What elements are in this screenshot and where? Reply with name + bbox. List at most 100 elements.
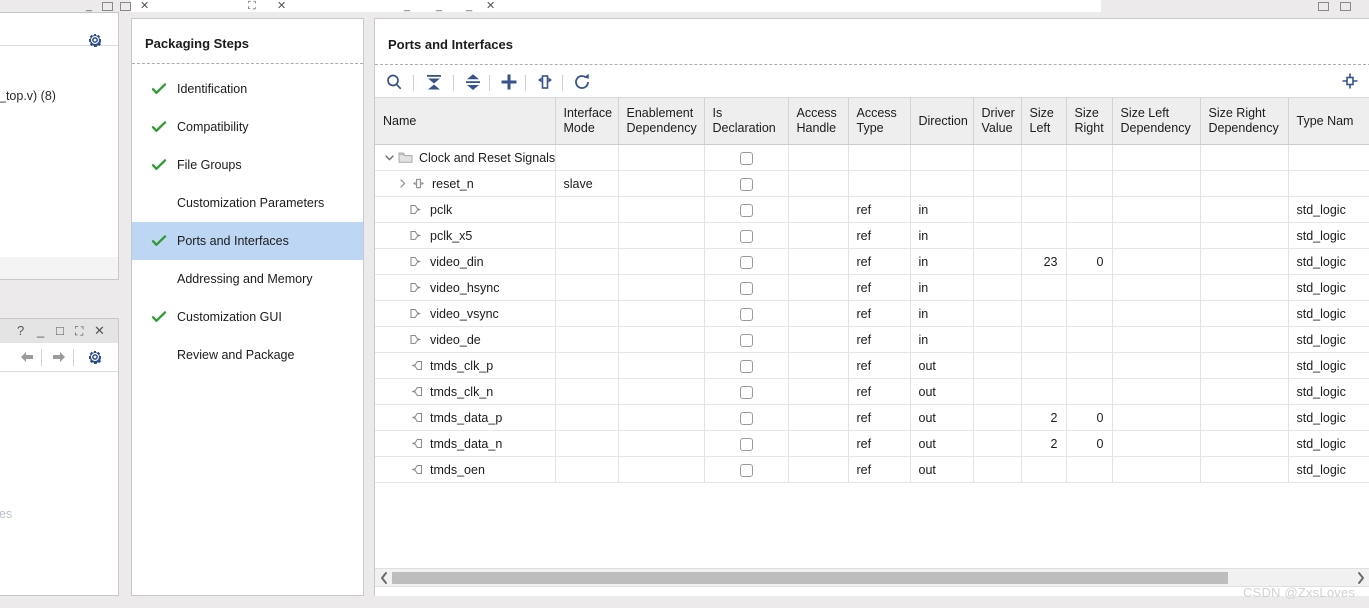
cell-name[interactable]: tmds_data_p [375, 404, 556, 431]
sidebar-item-addressing-and-memory[interactable]: Addressing and Memory [132, 260, 363, 298]
cell-is-declaration[interactable] [704, 300, 789, 327]
arrow-left-icon[interactable] [17, 347, 37, 367]
cell-driver-value[interactable] [973, 222, 1022, 249]
table-row[interactable]: pclk_x5 ref in std_logic [375, 222, 1369, 249]
cell-access-handle[interactable] [788, 222, 849, 249]
cell-interface-mode[interactable] [555, 378, 619, 405]
is-declaration-checkbox[interactable] [739, 255, 753, 269]
cell-enablement-dependency[interactable] [618, 300, 705, 327]
cell-access-handle[interactable] [788, 430, 849, 457]
cell-driver-value[interactable] [973, 430, 1022, 457]
cell-is-declaration[interactable] [704, 430, 789, 457]
cell-size-left[interactable] [1021, 300, 1067, 327]
cell-name[interactable]: Clock and Reset Signals [375, 144, 556, 171]
cell-type-name[interactable]: std_logic [1288, 300, 1369, 327]
cell-size-left-dependency[interactable] [1112, 222, 1201, 249]
cell-size-left-dependency[interactable] [1112, 300, 1201, 327]
column-header-driver-value[interactable]: Driver Value [973, 97, 1022, 145]
left-panel-tree-text[interactable]: _top.v) (8) [0, 89, 56, 103]
help-icon[interactable]: ? [17, 324, 24, 337]
cell-enablement-dependency[interactable] [618, 404, 705, 431]
cell-enablement-dependency[interactable] [618, 222, 705, 249]
table-row[interactable]: pclk ref in std_logic [375, 196, 1369, 223]
close-icon[interactable]: ✕ [94, 324, 105, 337]
cell-name[interactable]: video_vsync [375, 300, 556, 327]
cell-access-type[interactable]: ref [848, 274, 911, 301]
cell-is-declaration[interactable] [704, 248, 789, 275]
cell-access-type[interactable]: ref [848, 430, 911, 457]
cell-size-left-dependency[interactable] [1112, 352, 1201, 379]
cell-name[interactable]: reset_n [375, 170, 556, 197]
cell-name[interactable]: tmds_data_n [375, 430, 556, 457]
cell-interface-mode[interactable]: slave [555, 170, 619, 197]
cell-is-declaration[interactable] [704, 326, 789, 353]
is-declaration-checkbox[interactable] [739, 151, 753, 165]
cell-driver-value[interactable] [973, 378, 1022, 405]
cell-driver-value[interactable] [973, 326, 1022, 353]
arrow-right-icon[interactable] [49, 347, 69, 367]
cell-driver-value[interactable] [973, 144, 1022, 171]
table-row[interactable]: tmds_clk_n ref out std_logic [375, 378, 1369, 405]
cell-enablement-dependency[interactable] [618, 352, 705, 379]
cell-name[interactable]: pclk [375, 196, 556, 223]
cell-size-left[interactable] [1021, 274, 1067, 301]
cell-size-right-dependency[interactable] [1200, 378, 1289, 405]
cell-direction[interactable]: in [910, 326, 974, 353]
cell-direction[interactable] [910, 170, 974, 197]
cell-access-type[interactable]: ref [848, 222, 911, 249]
cell-size-left-dependency[interactable] [1112, 248, 1201, 275]
cell-type-name[interactable]: std_logic [1288, 352, 1369, 379]
is-declaration-checkbox[interactable] [739, 333, 753, 347]
cell-size-right-dependency[interactable] [1200, 326, 1289, 353]
cell-size-left-dependency[interactable] [1112, 144, 1201, 171]
cell-type-name[interactable]: std_logic [1288, 222, 1369, 249]
cell-size-right-dependency[interactable] [1200, 352, 1289, 379]
cell-direction[interactable]: in [910, 300, 974, 327]
table-row[interactable]: Clock and Reset Signals [375, 144, 1369, 171]
is-declaration-checkbox[interactable] [739, 359, 753, 373]
cell-size-left-dependency[interactable] [1112, 326, 1201, 353]
cell-is-declaration[interactable] [704, 378, 789, 405]
cell-type-name[interactable]: std_logic [1288, 326, 1369, 353]
cell-access-handle[interactable] [788, 326, 849, 353]
cell-direction[interactable]: in [910, 196, 974, 223]
gear-icon[interactable] [87, 32, 103, 48]
cell-interface-mode[interactable] [555, 430, 619, 457]
cell-size-left[interactable] [1021, 222, 1067, 249]
maximize-icon[interactable]: □ [56, 324, 64, 337]
cell-enablement-dependency[interactable] [618, 456, 705, 483]
cell-access-handle[interactable] [788, 274, 849, 301]
cell-type-name[interactable]: std_logic [1288, 378, 1369, 405]
cell-access-type[interactable] [848, 170, 911, 197]
column-header-size-left-dependency[interactable]: Size Left Dependency [1112, 97, 1201, 145]
table-row[interactable]: video_vsync ref in std_logic [375, 300, 1369, 327]
cell-interface-mode[interactable] [555, 404, 619, 431]
cell-access-type[interactable]: ref [848, 456, 911, 483]
cell-type-name[interactable]: std_logic [1288, 456, 1369, 483]
cell-access-type[interactable]: ref [848, 352, 911, 379]
add-icon[interactable] [498, 71, 520, 93]
cell-type-name[interactable] [1288, 170, 1369, 197]
cell-access-type[interactable]: ref [848, 300, 911, 327]
cell-size-right[interactable] [1066, 274, 1113, 301]
column-header-enablement-dependency[interactable]: Enablement Dependency [618, 97, 705, 145]
cell-driver-value[interactable] [973, 274, 1022, 301]
column-header-access-type[interactable]: Access Type [848, 97, 911, 145]
cell-size-right[interactable] [1066, 170, 1113, 197]
cell-size-right-dependency[interactable] [1200, 170, 1289, 197]
sidebar-item-file-groups[interactable]: File Groups [132, 146, 363, 184]
cell-is-declaration[interactable] [704, 274, 789, 301]
cell-size-left[interactable]: 2 [1021, 404, 1067, 431]
table-row[interactable]: reset_n slave [375, 170, 1369, 197]
cell-enablement-dependency[interactable] [618, 248, 705, 275]
cell-size-left[interactable] [1021, 196, 1067, 223]
cell-access-type[interactable]: ref [848, 248, 911, 275]
cell-enablement-dependency[interactable] [618, 326, 705, 353]
cell-enablement-dependency[interactable] [618, 144, 705, 171]
gear-icon[interactable] [87, 349, 103, 365]
cell-interface-mode[interactable] [555, 456, 619, 483]
cell-size-right[interactable] [1066, 378, 1113, 405]
cell-access-handle[interactable] [788, 352, 849, 379]
cell-size-right[interactable] [1066, 352, 1113, 379]
column-header-size-right[interactable]: Size Right [1066, 97, 1113, 145]
